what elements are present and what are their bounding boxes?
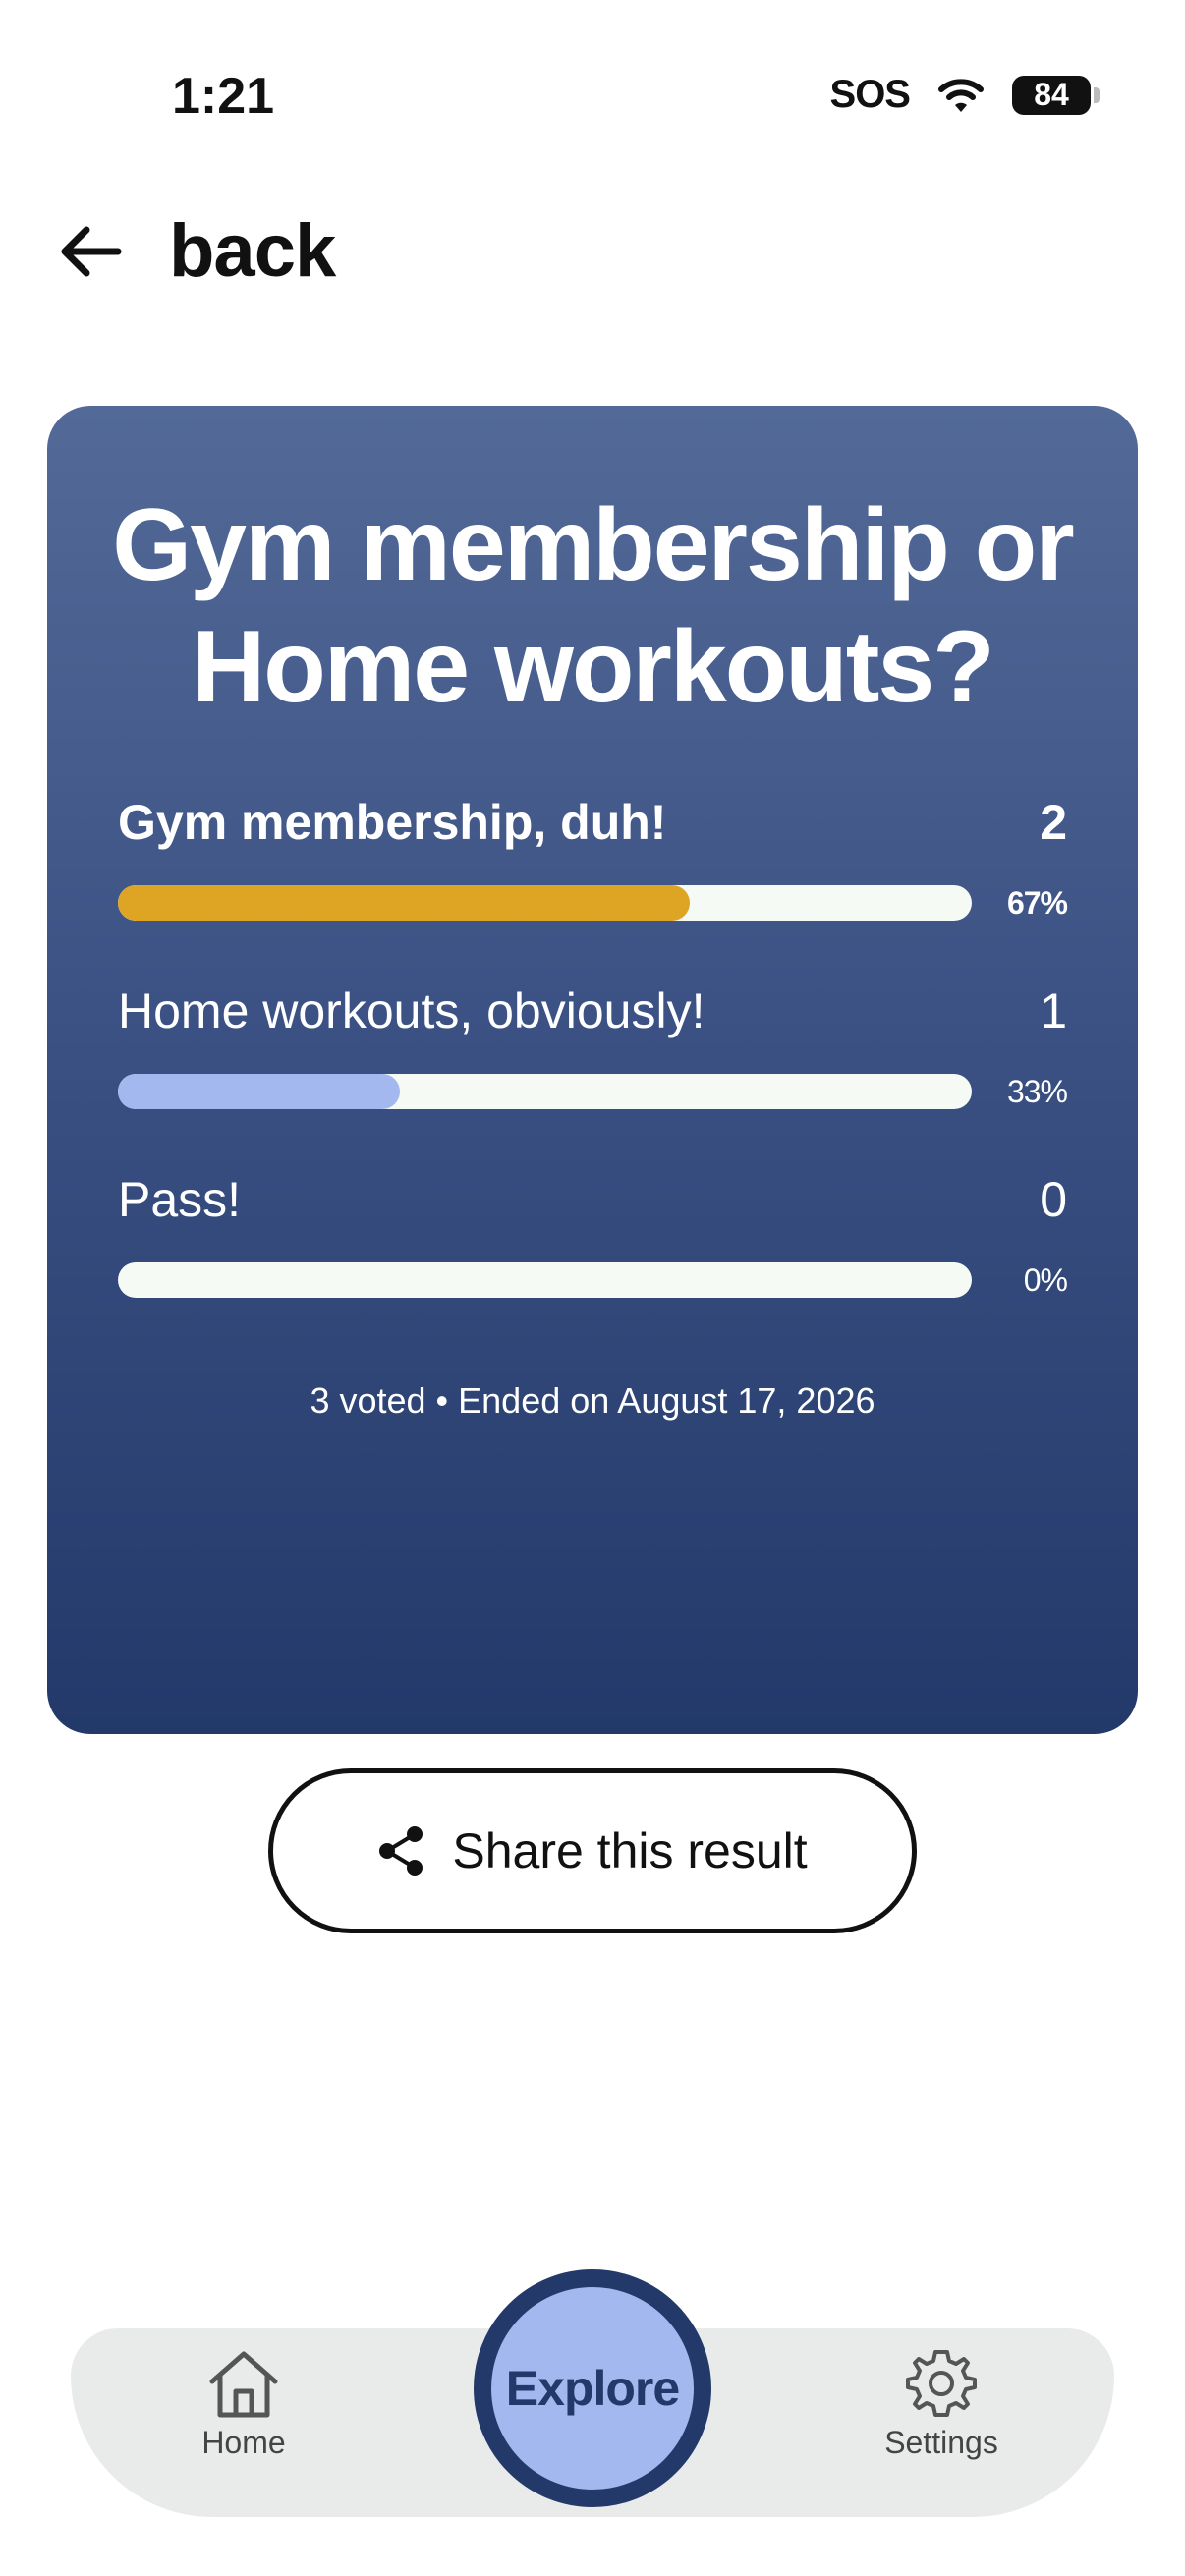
share-result-button[interactable]: Share this result [268, 1768, 917, 1933]
status-time: 1:21 [172, 68, 275, 125]
nav-settings[interactable]: Settings [843, 2348, 1040, 2461]
option-label: Gym membership, duh! [118, 795, 667, 850]
option-progress-track [118, 1074, 972, 1109]
poll-result-card: Gym membership or Home workouts? Gym mem… [47, 406, 1138, 1734]
option-label: Pass! [118, 1172, 242, 1227]
poll-meta: 3 voted • Ended on August 17, 2026 [310, 1380, 875, 1421]
option-percent: 0% [1023, 1262, 1068, 1298]
option-vote-count: 2 [1040, 795, 1067, 850]
share-label: Share this result [452, 1823, 808, 1878]
battery-indicator: 84 [1012, 75, 1100, 115]
home-icon [206, 2348, 281, 2419]
nav-home[interactable]: Home [145, 2348, 342, 2461]
option-vote-count: 0 [1040, 1172, 1067, 1227]
option-progress-track [118, 885, 972, 921]
wifi-icon [937, 76, 985, 115]
nav-settings-label: Settings [884, 2425, 998, 2460]
option-progress-fill [118, 1074, 400, 1109]
status-bar: 1:21 SOS 84 [0, 0, 1185, 187]
poll-option: Gym membership, duh! 2 67% [118, 793, 1068, 940]
option-percent: 67% [1006, 885, 1068, 921]
status-indicators: SOS 84 [829, 73, 1100, 117]
option-progress-track [118, 1262, 972, 1298]
poll-option: Home workouts, obviously! 1 33% [118, 981, 1068, 1129]
poll-question: Gym membership or Home workouts? [112, 488, 1074, 724]
arrow-left-icon [55, 222, 124, 281]
option-percent: 33% [1006, 1074, 1068, 1109]
battery-level: 84 [1034, 77, 1069, 112]
nav-home-label: Home [201, 2425, 286, 2460]
explore-label: Explore [505, 2361, 680, 2416]
back-label: back [169, 209, 336, 293]
poll-result-screen: 1:21 SOS 84 back Gym membership or Home … [0, 0, 1185, 2576]
option-label: Home workouts, obviously! [118, 983, 705, 1038]
sos-indicator: SOS [829, 73, 911, 116]
gear-icon [906, 2348, 977, 2419]
option-progress-fill [118, 885, 691, 921]
explore-button[interactable]: Explore [474, 2269, 711, 2507]
poll-option: Pass! 0 0% [118, 1170, 1068, 1317]
share-icon [377, 1825, 424, 1876]
option-vote-count: 1 [1040, 983, 1067, 1038]
back-button[interactable]: back [55, 208, 336, 294]
